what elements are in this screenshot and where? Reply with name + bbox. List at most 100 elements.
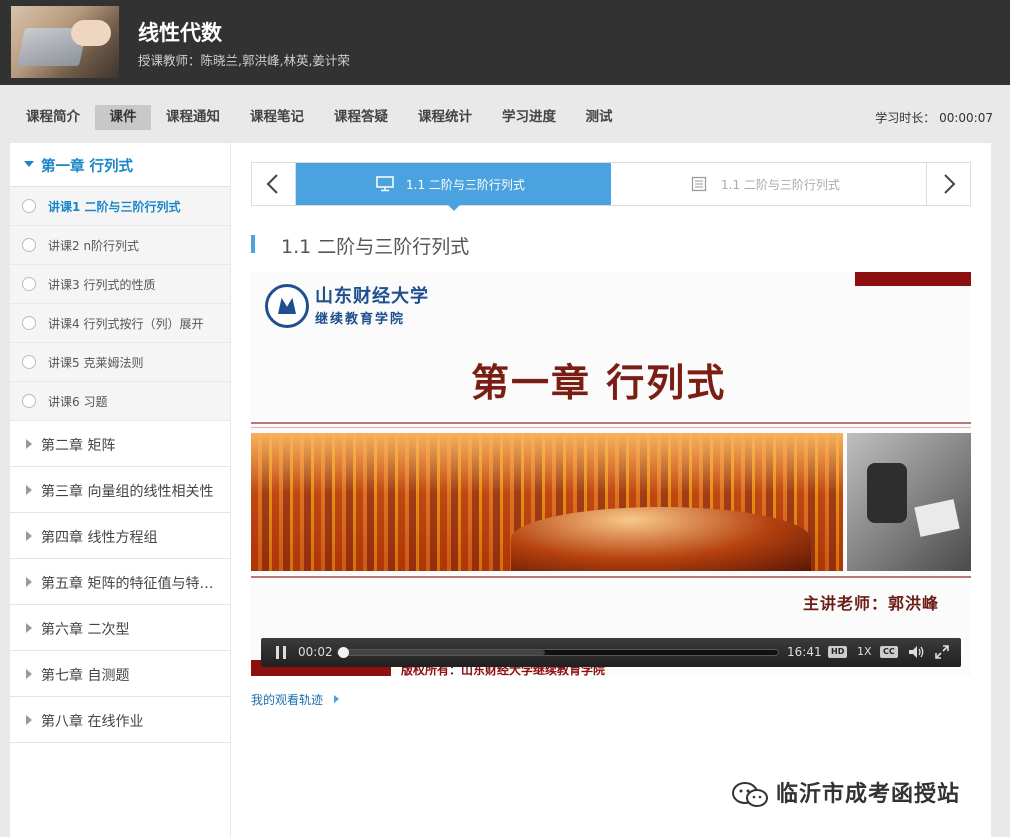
pause-button[interactable] (275, 646, 287, 659)
chapter-item[interactable]: 第七章 自测题 (10, 651, 230, 697)
slide-city-image (251, 433, 843, 571)
slide-lecturer: 主讲老师：郭洪峰 (802, 594, 939, 613)
slide-college-name: 继续教育学院 (315, 312, 406, 327)
lesson-navigator: 1.1 二阶与三阶行列式 1.1 二阶与三阶行列式 (251, 162, 971, 211)
chapter-item[interactable]: 第五章 矩阵的特征值与特征向量 (10, 559, 230, 605)
caret-right-icon (26, 577, 32, 587)
nav-item-document[interactable]: 1.1 二阶与三阶行列式 (611, 163, 927, 205)
tab-courseware[interactable]: 课件 (95, 105, 151, 130)
chapter-item[interactable]: 第八章 在线作业 (10, 697, 230, 743)
chapter-label: 第七章 自测题 (41, 668, 130, 684)
seek-handle[interactable] (338, 647, 349, 658)
fullscreen-icon[interactable] (935, 645, 949, 659)
current-time: 00:02 (298, 645, 333, 659)
duration: 16:41 (787, 645, 822, 659)
monitor-icon (376, 176, 394, 192)
slide-divider (251, 422, 971, 424)
course-tab-bar: 课程简介 课件 课程通知 课程笔记 课程答疑 课程统计 学习进度 测试 学习时长… (0, 85, 1010, 143)
course-header: 线性代数 授课教师：陈晓兰,郭洪峰,林英,姜计荣 (0, 0, 1010, 85)
caret-right-icon (334, 695, 339, 703)
player-controls: 00:02 16:41 HD 1X CC (261, 638, 961, 667)
lesson-item[interactable]: 讲课4 行列式按行（列）展开 (10, 304, 230, 343)
chapter-item[interactable]: 第三章 向量组的线性相关性 (10, 467, 230, 513)
hd-button[interactable]: HD (828, 646, 848, 658)
wechat-icon (732, 782, 768, 807)
chapter-label: 第五章 矩阵的特征值与特征向量 (41, 576, 223, 592)
lesson-label: 讲课5 克莱姆法则 (48, 356, 144, 370)
chapter-1-label: 第一章 行列式 (41, 159, 134, 175)
video-player[interactable]: 山东财经大学 继续教育学院 第一章 行列式 主讲老师：郭洪峰 版权所有：山东财经… (251, 272, 971, 676)
volume-icon[interactable] (908, 645, 926, 659)
tab-course-qa[interactable]: 课程答疑 (326, 105, 396, 130)
main-content: 1.1 二阶与三阶行列式 1.1 二阶与三阶行列式 1.1 二阶与三阶行列式 山… (231, 143, 991, 837)
watermark: 临沂市成考函授站 (730, 776, 960, 810)
lesson-item[interactable]: 讲课6 习题 (10, 382, 230, 421)
chapter-label: 第四章 线性方程组 (41, 530, 158, 546)
playback-rate-button[interactable]: 1X (857, 645, 872, 658)
lesson-status-icon (22, 238, 36, 252)
lesson-status-icon (22, 394, 36, 408)
university-logo (265, 284, 309, 328)
lesson-status-icon (22, 355, 36, 369)
lesson-label: 讲课3 行列式的性质 (48, 278, 156, 292)
caret-right-icon (26, 715, 32, 725)
course-teachers: 授课教师：陈晓兰,郭洪峰,林英,姜计荣 (138, 53, 350, 68)
caret-right-icon (26, 439, 32, 449)
caret-down-icon (24, 161, 34, 167)
tab-course-notes[interactable]: 课程笔记 (242, 105, 312, 130)
slide-people-image (847, 433, 971, 571)
next-button[interactable] (926, 163, 970, 205)
tab-course-intro[interactable]: 课程简介 (18, 105, 88, 130)
lesson-status-icon (22, 199, 36, 213)
tab-course-stats[interactable]: 课程统计 (410, 105, 480, 130)
chapter-label: 第六章 二次型 (41, 622, 130, 638)
lesson-item[interactable]: 讲课2 n阶行列式 (10, 226, 230, 265)
slide-decor-bar (855, 272, 971, 286)
lesson-status-icon (22, 277, 36, 291)
lesson-status-icon (22, 316, 36, 330)
lesson-label: 讲课2 n阶行列式 (48, 239, 140, 253)
chapter-label: 第二章 矩阵 (41, 438, 116, 454)
chapter-item[interactable]: 第六章 二次型 (10, 605, 230, 651)
lesson-item[interactable]: 讲课1 二阶与三阶行列式 (10, 187, 230, 226)
section-marker (251, 235, 255, 253)
nav-item-document-label: 1.1 二阶与三阶行列式 (721, 178, 840, 192)
chapter-1-header[interactable]: 第一章 行列式 (10, 143, 230, 187)
caret-right-icon (26, 485, 32, 495)
chapter-item[interactable]: 第四章 线性方程组 (10, 513, 230, 559)
buffer-bar (338, 650, 545, 655)
hand-image (71, 20, 111, 46)
nav-item-video[interactable]: 1.1 二阶与三阶行列式 (296, 163, 611, 211)
chapter-label: 第八章 在线作业 (41, 714, 144, 730)
slide-university-name: 山东财经大学 (315, 286, 429, 307)
lesson-item[interactable]: 讲课3 行列式的性质 (10, 265, 230, 304)
caret-right-icon (26, 669, 32, 679)
course-title: 线性代数 (138, 21, 222, 45)
caret-right-icon (26, 623, 32, 633)
captions-button[interactable]: CC (880, 646, 898, 658)
slide-title: 第一章 行列式 (471, 361, 727, 405)
lesson-label: 讲课4 行列式按行（列）展开 (48, 317, 204, 331)
chapter-sidebar: 第一章 行列式 讲课1 二阶与三阶行列式 讲课2 n阶行列式 讲课3 行列式的性… (10, 143, 230, 837)
watermark-text: 临沂市成考函授站 (776, 782, 961, 807)
tab-test[interactable]: 测试 (578, 105, 620, 130)
chapter-label: 第三章 向量组的线性相关性 (41, 484, 214, 500)
chapter-item[interactable]: 第二章 矩阵 (10, 421, 230, 467)
prev-button[interactable] (252, 163, 296, 205)
course-thumbnail (11, 6, 119, 78)
slide-divider (251, 427, 971, 428)
watch-history-link[interactable]: 我的观看轨迹 (251, 691, 323, 708)
tab-study-progress[interactable]: 学习进度 (494, 105, 564, 130)
lesson-item[interactable]: 讲课5 克莱姆法则 (10, 343, 230, 382)
tab-course-notice[interactable]: 课程通知 (158, 105, 228, 130)
chevron-right-icon (944, 174, 956, 194)
study-time: 学习时长： 00:00:07 (875, 111, 993, 125)
lesson-label: 讲课6 习题 (48, 395, 108, 409)
seek-bar[interactable] (337, 647, 779, 658)
section-title: 1.1 二阶与三阶行列式 (281, 236, 470, 258)
document-icon (691, 176, 707, 192)
slide-divider (251, 576, 971, 578)
lesson-label: 讲课1 二阶与三阶行列式 (48, 200, 181, 214)
caret-right-icon (26, 531, 32, 541)
chevron-left-icon (266, 174, 278, 194)
